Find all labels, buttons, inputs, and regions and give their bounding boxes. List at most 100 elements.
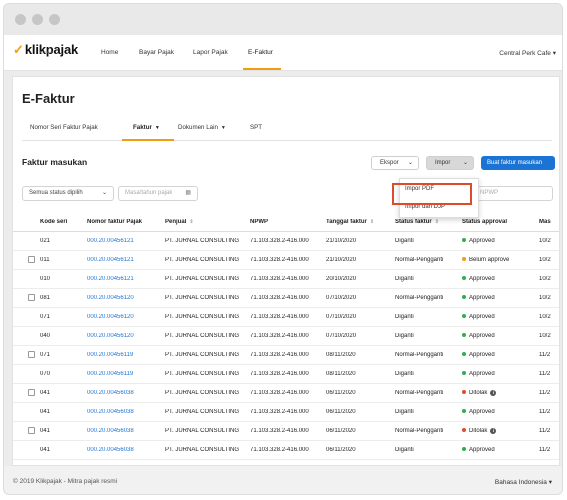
logo-subtext: by mekari (40, 50, 54, 54)
cell-nomor-faktur[interactable]: 000.20.00456121 (87, 257, 134, 263)
col-kode-seri[interactable]: Kode seri (40, 219, 67, 225)
cell-status-faktur: Normal-Pengganti (395, 428, 444, 434)
approval-label: Approved (469, 333, 495, 339)
approval-label: Ditolak (469, 428, 488, 434)
cell-penjual: PT. JURNAL CONSULTING (165, 295, 240, 301)
search-placeholder: NPWP (480, 190, 498, 196)
cell-status-faktur: Diganti (395, 371, 414, 377)
tab-spt[interactable]: SPT (250, 124, 262, 131)
window-dot-maximize[interactable] (49, 14, 60, 25)
cell-kode-seri: 041 (40, 428, 51, 434)
cell-nomor-faktur[interactable]: 000.20.00456038 (87, 409, 134, 415)
cell-kode-seri: 071 (40, 352, 51, 358)
row-checkbox[interactable] (28, 389, 35, 396)
cell-npwp: 71.103.328.2-416.000 (250, 295, 309, 301)
approval-label: Approved (469, 295, 495, 301)
info-icon[interactable]: i (490, 428, 497, 434)
tab-faktur-label: Faktur (133, 124, 152, 131)
cell-nomor-faktur[interactable]: 000.20.00456120 (87, 333, 134, 339)
col-masa[interactable]: Mas (539, 219, 551, 225)
col-status-faktur[interactable]: Status faktur ⇕ (395, 219, 439, 225)
import-button[interactable]: Impor ⌄ (426, 156, 474, 170)
create-faktur-button[interactable]: Buat faktur masukan (481, 156, 555, 170)
approval-label: Ditolak (469, 390, 488, 396)
export-button[interactable]: Ekspor ⌄ (371, 156, 419, 170)
cell-tanggal: 06/11/2020 (326, 390, 356, 396)
period-filter[interactable]: Masa/tahun pajak ▦ (118, 186, 198, 201)
sort-icon[interactable]: ⇕ (370, 219, 374, 225)
cell-nomor-faktur[interactable]: 000.20.00456119 (87, 352, 133, 358)
company-selector[interactable]: Central Perk Cafe ▾ (499, 49, 556, 57)
cell-status-approval: Approved (462, 314, 495, 320)
col-nomor-faktur[interactable]: Nomor faktur Pajak (87, 219, 142, 225)
table-row[interactable]: 081 000.20.00456120 PT. JURNAL CONSULTING 7… (13, 289, 559, 308)
section-title: Faktur masukan (22, 157, 88, 167)
row-checkbox[interactable] (28, 256, 35, 263)
col-npwp[interactable]: NPWP (250, 219, 268, 225)
col-penjual[interactable]: Penjual ⇕ (165, 219, 194, 225)
info-icon[interactable]: i (490, 390, 497, 396)
tab-nomor-seri[interactable]: Nomor Seri Faktur Pajak (30, 124, 98, 131)
table-row[interactable]: 011 000.20.00456121 PT. JURNAL CONSULTING 7… (13, 251, 559, 270)
row-checkbox[interactable] (28, 294, 35, 301)
status-dot-icon (462, 276, 466, 280)
table-row[interactable]: 021 000.20.00456121 PT. JURNAL CONSULTING 7… (13, 232, 559, 251)
tab-dokumen-lain[interactable]: Dokumen Lain ▼ (178, 124, 226, 131)
language-selector[interactable]: Bahasa Indonesia ▾ (495, 478, 552, 486)
logo-check-icon: ✓ (13, 42, 24, 57)
table-row[interactable]: 040 000.20.00456120 PT. JURNAL CONSULTING 7… (13, 327, 559, 346)
cell-nomor-faktur[interactable]: 000.20.00456038 (87, 390, 134, 396)
cell-penjual: PT. JURNAL CONSULTING (165, 314, 240, 320)
table-row[interactable]: 071 000.20.00456119 PT. JURNAL CONSULTING 7… (13, 346, 559, 365)
nav-e-faktur[interactable]: E-Faktur (248, 49, 273, 56)
cell-masa: 11/2 (539, 352, 551, 358)
row-checkbox[interactable] (28, 427, 35, 434)
col-status-approval[interactable]: Status approval (462, 219, 507, 225)
cell-tanggal: 21/10/2020 (326, 257, 357, 263)
cell-masa: 10/2 (539, 333, 551, 339)
nav-bayar-pajak[interactable]: Bayar Pajak (139, 49, 174, 56)
window-dot-minimize[interactable] (32, 14, 43, 25)
table-row[interactable]: 010 000.20.00456121 PT. JURNAL CONSULTING 7… (13, 270, 559, 289)
cell-kode-seri: 021 (40, 238, 51, 244)
export-label: Ekspor (380, 160, 399, 166)
nav-home[interactable]: Home (101, 49, 118, 56)
cell-status-faktur: Diganti (395, 409, 414, 415)
cell-nomor-faktur[interactable]: 000.20.00456119 (87, 371, 133, 377)
table-row[interactable]: 070 000.20.00456119 PT. JURNAL CONSULTING 7… (13, 365, 559, 384)
tab-faktur[interactable]: Faktur ▼ (133, 124, 160, 131)
row-checkbox[interactable] (28, 351, 35, 358)
cell-masa: 11/2 (539, 390, 551, 396)
table-row[interactable]: 041 000.20.00456038 PT. JURNAL CONSULTING 7… (13, 403, 559, 422)
cell-nomor-faktur[interactable]: 000.20.00456038 (87, 447, 134, 453)
tab-dokumen-label: Dokumen Lain (178, 124, 218, 131)
cell-npwp: 71.103.328.2-416.000 (250, 238, 309, 244)
cell-nomor-faktur[interactable]: 000.20.00456120 (87, 314, 134, 320)
sort-icon[interactable]: ⇕ (189, 219, 193, 225)
table-row[interactable]: 041 000.20.00456038 PT. JURNAL CONSULTING 7… (13, 441, 559, 460)
search-input[interactable]: NPWP (473, 186, 553, 201)
col-tanggal[interactable]: Tanggal faktur ⇕ (326, 219, 374, 225)
cell-nomor-faktur[interactable]: 000.20.00456038 (87, 428, 134, 434)
table-row[interactable]: 071 000.20.00456120 PT. JURNAL CONSULTING 7… (13, 308, 559, 327)
cell-nomor-faktur[interactable]: 000.20.00456121 (87, 238, 134, 244)
cell-nomor-faktur[interactable]: 000.20.00456120 (87, 295, 134, 301)
sort-icon[interactable]: ⇕ (435, 219, 439, 225)
nav-active-indicator (243, 68, 281, 70)
status-dot-icon (462, 371, 466, 375)
table-row[interactable]: 041 000.20.00456038 PT. JURNAL CONSULTING 7… (13, 384, 559, 403)
cell-status-approval: Approved (462, 409, 495, 415)
window-dot-close[interactable] (15, 14, 26, 25)
cell-npwp: 71.103.328.2-416.000 (250, 447, 309, 453)
status-filter[interactable]: Semua status dipilih ⌄ (22, 186, 114, 201)
caret-down-icon: ▼ (154, 125, 160, 131)
col-tanggal-label: Tanggal faktur (326, 219, 367, 225)
cell-nomor-faktur[interactable]: 000.20.00456121 (87, 276, 134, 282)
status-dot-icon (462, 333, 466, 337)
cell-masa: 10/2 (539, 238, 551, 244)
cell-npwp: 71.103.328.2-416.000 (250, 371, 309, 377)
nav-lapor-pajak[interactable]: Lapor Pajak (193, 49, 228, 56)
table-row[interactable]: 041 000.20.00456038 PT. JURNAL CONSULTING 7… (13, 422, 559, 441)
cell-kode-seri: 041 (40, 390, 51, 396)
main-panel: E-Faktur Nomor Seri Faktur Pajak Faktur ▼… (12, 76, 560, 466)
